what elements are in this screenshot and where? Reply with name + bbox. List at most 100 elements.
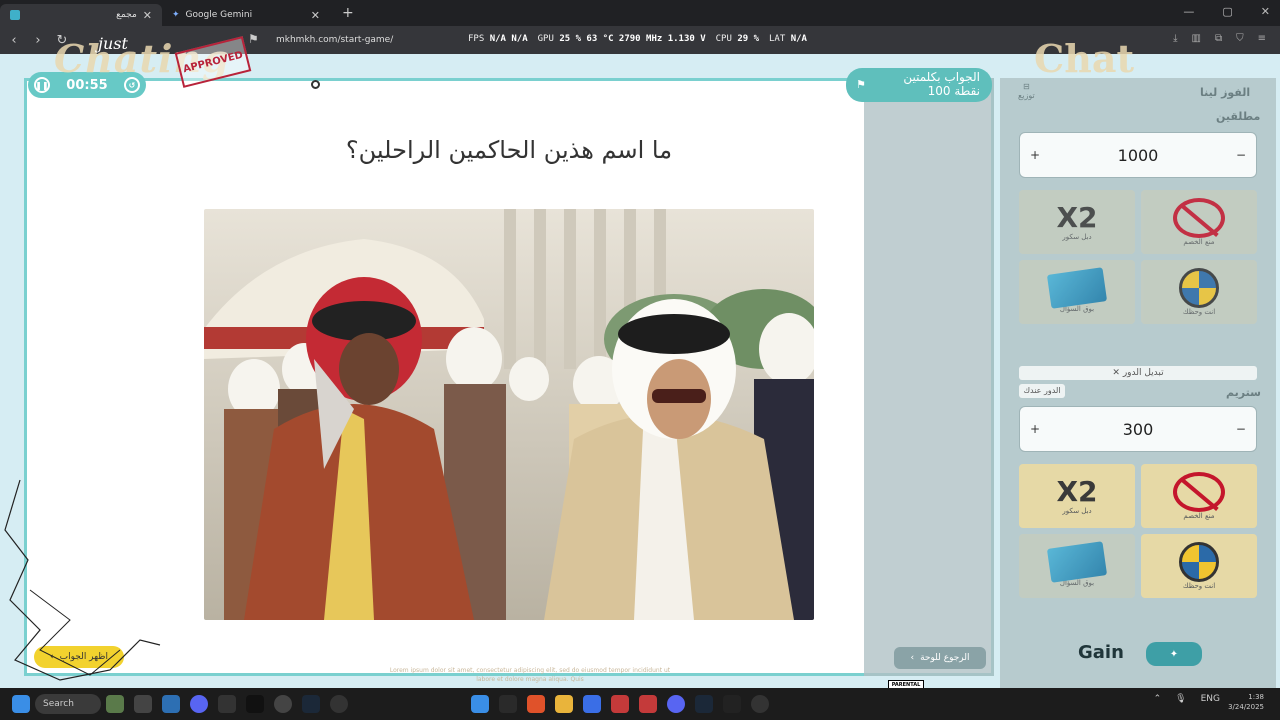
tiktok-icon[interactable] (246, 695, 264, 713)
close-window-icon[interactable]: ✕ (1261, 5, 1270, 18)
tab-gemini[interactable]: ✦ Google Gemini ✕ (162, 4, 330, 26)
footer-placeholder-text: Lorem ipsum dolor sit amet, consectetur … (389, 667, 671, 683)
shield-icon[interactable]: ⛉ (1236, 33, 1244, 44)
close-tab-icon[interactable]: ✕ (311, 9, 320, 22)
brave-icon[interactable] (527, 695, 545, 713)
x2-icon: X2 (1056, 475, 1098, 508)
team1-name: مطلقين (1216, 110, 1261, 123)
bookmark-icon[interactable]: ⚑ (248, 32, 259, 46)
pause-icon[interactable]: ❚❚ (34, 77, 50, 93)
app-icon[interactable] (611, 695, 629, 713)
luck-wheel-tool[interactable]: انت وحظك (1141, 260, 1257, 324)
distribute-label: توزيع (1018, 91, 1035, 100)
sidebar-icon[interactable]: ▥ (1192, 33, 1201, 44)
file-explorer-icon[interactable] (555, 695, 573, 713)
tool-label: انت وحظك (1182, 308, 1216, 316)
forward-icon[interactable]: › (28, 33, 48, 48)
team2-score-control: + 300 − (1019, 406, 1257, 452)
fps-readout: FPS N/A N/A (468, 34, 528, 44)
app-icon[interactable] (274, 695, 292, 713)
app-icon[interactable] (723, 695, 741, 713)
browser-tabbar: مجمع ✕ ✦ Google Gemini ✕ + — ▢ ✕ (0, 0, 1280, 26)
mic-icon[interactable]: 🎙 (1175, 694, 1186, 704)
block-icon (1173, 472, 1225, 512)
app-icon[interactable] (162, 695, 180, 713)
system-tray: ⌃ 🎙 ENG (1154, 694, 1220, 704)
toolbar-icons: ⤓ ▥ ⧉ ⛉ ≡ (1173, 33, 1266, 44)
increase-score-button[interactable]: + (1030, 148, 1040, 162)
double-score-tool[interactable]: X2 دبل سكور (1019, 464, 1135, 528)
app-icon[interactable] (330, 695, 348, 713)
points-value: 100 نقطة (927, 84, 980, 98)
discord-icon[interactable] (667, 695, 685, 713)
tray-chevron-icon[interactable]: ⌃ (1154, 694, 1162, 704)
clock[interactable]: 1:38 3/24/2025 (1228, 692, 1264, 712)
team2-name: ستريم (1226, 386, 1261, 399)
tool-label: منع الخصم (1183, 512, 1215, 520)
download-icon[interactable]: ⤓ (1173, 33, 1177, 44)
question-photo (204, 209, 814, 620)
overlay-just-text: just (98, 34, 128, 53)
tab-majma[interactable]: مجمع ✕ (0, 4, 162, 26)
menu-icon[interactable]: ≡ (1258, 33, 1266, 44)
distribute-button[interactable]: ⊟ توزيع (1018, 82, 1035, 100)
discord-icon[interactable] (190, 695, 208, 713)
steal-question-tool[interactable]: بوق السؤال (1019, 534, 1135, 598)
maximize-icon[interactable]: ▢ (1222, 5, 1232, 18)
taskbar-search[interactable]: Search (35, 694, 101, 714)
app-icon[interactable] (106, 695, 124, 713)
your-turn-tag: الدور عندك (1019, 384, 1065, 398)
cpu-readout: CPU 29 % (715, 34, 760, 44)
windows-icon[interactable] (471, 695, 489, 713)
swap-label: تبديل الدور (1122, 368, 1164, 378)
x2-icon: X2 (1056, 201, 1098, 234)
increase-score-button[interactable]: + (1030, 422, 1040, 436)
wheel-icon (1179, 542, 1219, 582)
tool-label: منع الخصم (1183, 238, 1215, 246)
swap-turn-button[interactable]: ✕ تبديل الدور (1019, 366, 1257, 380)
tab-favicon-icon (10, 10, 20, 20)
block-opponent-tool[interactable]: منع الخصم (1141, 464, 1257, 528)
back-icon[interactable]: ‹ (4, 33, 24, 48)
close-tab-icon[interactable]: ✕ (143, 9, 152, 22)
minimize-icon[interactable]: — (1183, 5, 1194, 18)
search-icon[interactable] (499, 695, 517, 713)
app-icon[interactable] (134, 695, 152, 713)
language-indicator[interactable]: ENG (1201, 694, 1220, 704)
decrease-score-button[interactable]: − (1236, 148, 1246, 162)
flag-icon: ⚑ (856, 78, 866, 91)
tool-label: دبل سكور (1062, 507, 1092, 515)
points-badge: ⚑ الجواب بكلمتين 100 نقطة (846, 68, 992, 102)
url-field[interactable]: mkhmkh.com/start-game/ (276, 35, 393, 45)
cards-icon (1046, 267, 1108, 309)
taskbar: Search ⌃ 🎙 ENG 1:38 3/24/2025 (0, 688, 1280, 720)
swap-icon: ✕ (1112, 368, 1120, 378)
store-icon[interactable] (583, 695, 601, 713)
back-to-board-button[interactable]: ‹ الرجوع للوحة (894, 647, 986, 669)
cards-icon (1046, 541, 1108, 583)
new-tab-icon[interactable]: + (342, 5, 354, 21)
extensions-icon[interactable]: ⧉ (1215, 33, 1222, 44)
photo-illustration (204, 209, 814, 620)
clock-time: 1:38 (1248, 693, 1264, 701)
points-rule: الجواب بكلمتين (903, 70, 980, 84)
team2-tools: X2 دبل سكور منع الخصم بوق السؤال انت وحظ… (1019, 464, 1257, 598)
gpu-readout: GPU 25 % 63 °C 2790 MHz 1.130 V (537, 34, 706, 44)
wheel-icon (1179, 268, 1219, 308)
steam-icon[interactable] (695, 695, 713, 713)
app-icon[interactable] (751, 695, 769, 713)
block-opponent-tool[interactable]: منع الخصم (1141, 190, 1257, 254)
tab-label: مجمع (116, 10, 137, 20)
team1-tools: X2 دبل سكور منع الخصم بوق السؤال انت وحظ… (1019, 190, 1257, 324)
app-icon[interactable] (639, 695, 657, 713)
block-icon (1173, 198, 1225, 238)
steal-question-tool[interactable]: بوق السؤال (1019, 260, 1135, 324)
double-score-tool[interactable]: X2 دبل سكور (1019, 190, 1135, 254)
luck-wheel-tool[interactable]: انت وحظك (1141, 534, 1257, 598)
decrease-score-button[interactable]: − (1236, 422, 1246, 436)
gemini-icon: ✦ (172, 10, 180, 20)
steam-icon[interactable] (302, 695, 320, 713)
app-icon[interactable] (218, 695, 236, 713)
windows-start-icon[interactable] (12, 695, 30, 713)
back-to-board-label: الرجوع للوحة (920, 653, 970, 663)
